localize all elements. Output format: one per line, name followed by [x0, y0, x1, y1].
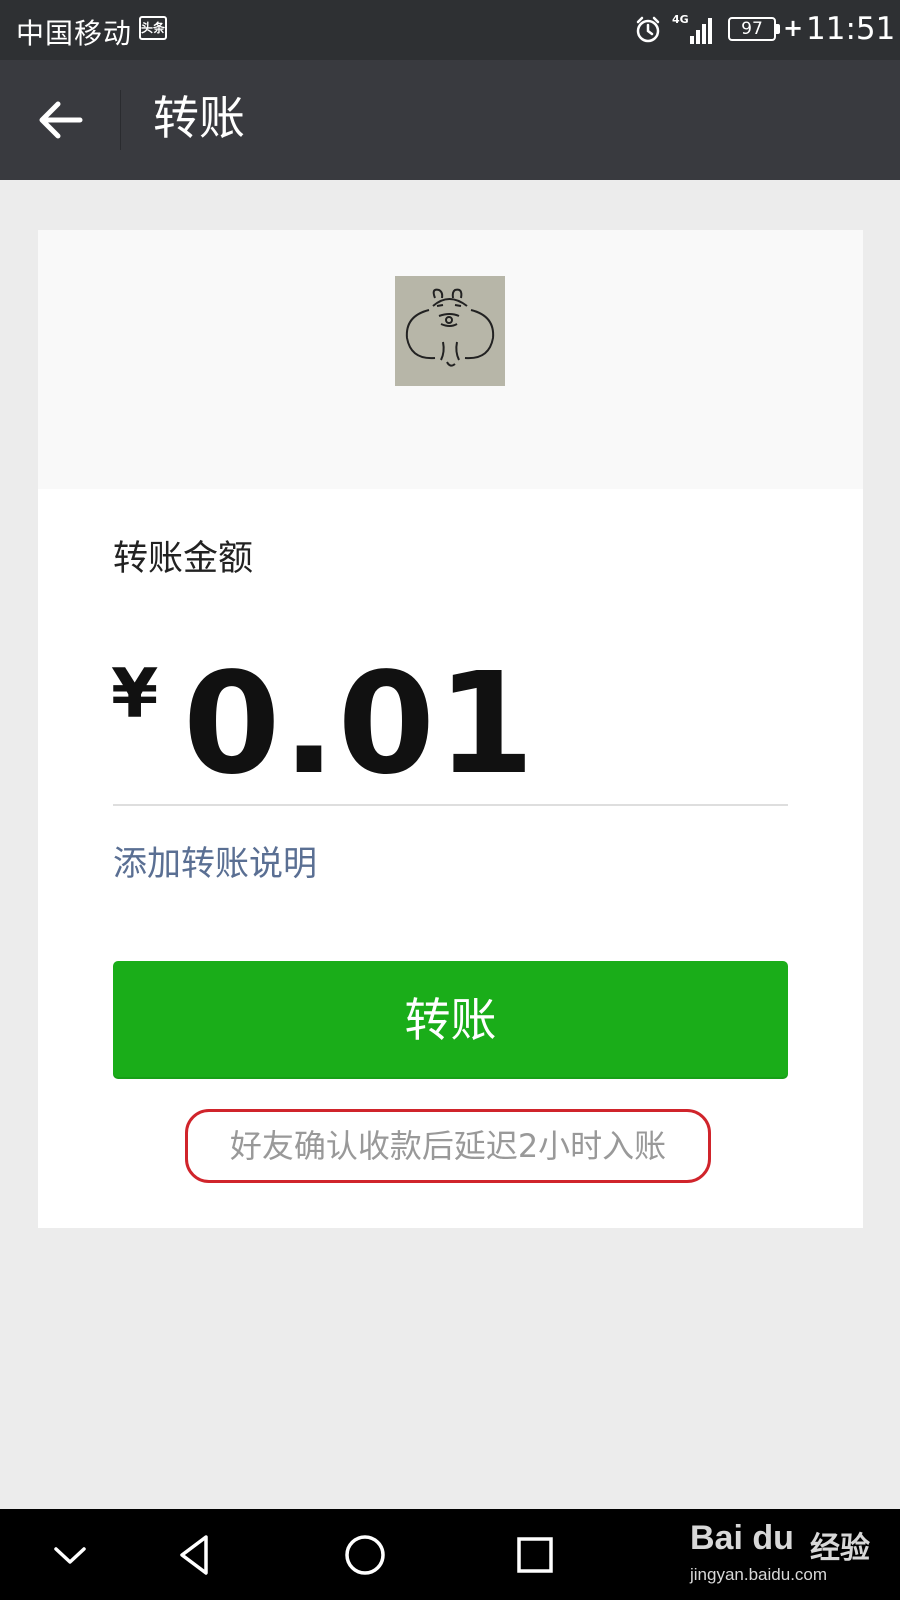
recents-square-icon[interactable]	[509, 1529, 561, 1581]
back-triangle-icon[interactable]	[170, 1529, 222, 1581]
transfer-card: 转账金额 ¥ 0.01 添加转账说明 转账 好友确认收款后延迟2小时入账	[38, 230, 863, 1228]
delay-notice: 好友确认收款后延迟2小时入账	[229, 1127, 667, 1165]
baidu-jingyan-watermark: Bai du 经验 jingyan.baidu.com	[690, 1519, 880, 1595]
carrier-name: 中国移动	[16, 17, 133, 50]
amount-label: 转账金额	[113, 539, 254, 579]
highlight-outline: 好友确认收款后延迟2小时入账	[185, 1109, 711, 1183]
home-circle-icon[interactable]	[339, 1529, 391, 1581]
avatar[interactable]	[395, 276, 505, 386]
battery-level: 97	[728, 17, 776, 41]
chevron-down-icon[interactable]	[44, 1529, 96, 1581]
title-bar: 转账	[0, 60, 900, 180]
charging-icon: +	[783, 14, 804, 42]
watermark-suffix: 经验	[810, 1531, 870, 1566]
add-note-link[interactable]: 添加转账说明	[113, 840, 317, 888]
title-divider	[120, 90, 121, 150]
alarm-clock-icon	[636, 16, 660, 43]
payee-header	[38, 230, 863, 489]
currency-symbol: ¥	[111, 655, 159, 734]
transfer-button[interactable]: 转账	[113, 961, 788, 1079]
signal-strength-icon	[690, 18, 712, 44]
battery-tip	[776, 24, 780, 34]
watermark-url: jingyan.baidu.com	[690, 1565, 828, 1584]
amount-underline	[113, 804, 788, 806]
page-title: 转账	[153, 91, 245, 145]
watermark-brand: Bai du	[690, 1519, 794, 1557]
status-time: 11:51	[806, 11, 896, 47]
status-bar: 中国移动 头条 4G 97 + 11:51	[0, 0, 900, 60]
network-type: 4G	[672, 13, 689, 26]
system-nav-bar: Bai du 经验 jingyan.baidu.com	[0, 1509, 900, 1600]
arrow-left-icon[interactable]	[24, 84, 96, 156]
amount-input[interactable]: 0.01	[183, 650, 536, 800]
toutiao-badge-icon: 头条	[139, 16, 167, 40]
